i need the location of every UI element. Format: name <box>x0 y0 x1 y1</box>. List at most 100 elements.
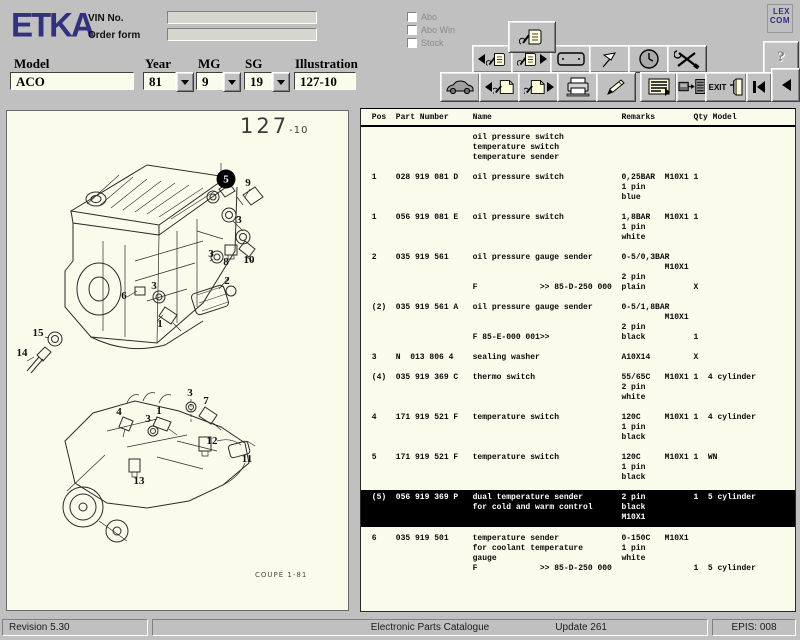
table-row[interactable]: 6 035 919 501 temperature sender 0-150C … <box>367 534 789 574</box>
callout-11[interactable]: 11 <box>242 453 252 465</box>
checkbox-box[interactable] <box>407 12 417 22</box>
table-row[interactable]: 1 056 919 081 E oil pressure switch 1,8B… <box>367 213 789 243</box>
car-button[interactable] <box>440 72 480 102</box>
tools-button[interactable] <box>667 45 707 73</box>
table-row-line: for coolant temperature 1 pin <box>367 544 789 554</box>
mg-combo-value[interactable]: 9 <box>196 72 223 90</box>
table-row-line: M10X1 <box>367 263 789 273</box>
flag-button[interactable] <box>589 45 630 73</box>
table-row-selected[interactable]: (5) 056 919 369 P dual temperature sende… <box>361 490 795 527</box>
callout-15[interactable]: 15 <box>33 327 44 339</box>
table-row-line: temperature switch <box>367 143 789 153</box>
table-row-line: F 85-E-000 001>> black 1 <box>367 333 789 343</box>
table-row-line: black <box>367 433 789 443</box>
year-combo-value[interactable]: 81 <box>143 72 176 90</box>
arrow-left-icon <box>485 82 492 92</box>
callout-3[interactable]: 3 <box>208 248 214 260</box>
callout-5-selected[interactable]: 5 <box>217 170 236 189</box>
table-row[interactable]: oil pressure switch temperature switch t… <box>367 133 789 163</box>
callout-10[interactable]: 10 <box>244 254 255 266</box>
callout-9[interactable]: 9 <box>245 177 251 189</box>
print-button[interactable] <box>557 72 598 102</box>
callout-4[interactable]: 4 <box>116 406 122 418</box>
table-row-line: 1 pin <box>367 423 789 433</box>
callout-12[interactable]: 12 <box>207 435 218 447</box>
illustration-panel[interactable]: 127-10 <box>6 110 349 611</box>
illustration-next-button[interactable] <box>518 72 559 102</box>
checkbox-label: Abo <box>421 12 437 22</box>
checkbox-abo-win[interactable]: Abo Win <box>407 23 455 36</box>
callout-1[interactable]: 1 <box>157 318 163 330</box>
sg-combo-arrow[interactable] <box>272 72 290 92</box>
illustration-prev-button[interactable] <box>479 72 520 102</box>
table-row[interactable]: 4 171 919 521 F temperature switch 120C … <box>367 413 789 443</box>
table-row[interactable]: (4) 035 919 369 C thermo switch 55/65C M… <box>367 373 789 403</box>
parts-list-button[interactable] <box>640 72 677 102</box>
callout-2[interactable]: 2 <box>224 275 230 287</box>
status-revision: Revision 5.30 <box>2 619 148 636</box>
first-record-button[interactable] <box>746 72 772 102</box>
model-input[interactable]: ACO <box>10 72 134 90</box>
callout-3[interactable]: 3 <box>145 413 151 425</box>
chevron-down-icon <box>181 80 189 85</box>
wrench-book-icon <box>517 51 539 68</box>
exit-button[interactable]: EXIT <box>705 72 747 102</box>
table-row-line: gauge white <box>367 554 789 564</box>
table-row-line: 5 171 919 521 F temperature switch 120C … <box>367 453 789 463</box>
table-row[interactable]: 5 171 919 521 F temperature switch 120C … <box>367 453 789 483</box>
illustration-input[interactable]: 127-10 <box>294 72 356 90</box>
table-row-line: 2 pin <box>367 273 789 283</box>
table-row-line: for cold and warm control black <box>367 503 789 513</box>
model-label: Model <box>14 56 49 72</box>
table-row-line: (5) 056 919 369 P dual temperature sende… <box>367 493 789 503</box>
mg-label: MG <box>198 56 220 72</box>
callout-7[interactable]: 7 <box>203 395 209 407</box>
callout-3[interactable]: 3 <box>187 387 193 399</box>
vin-input[interactable] <box>167 11 317 24</box>
mg-combo-arrow[interactable] <box>223 72 241 92</box>
checkbox-box[interactable] <box>407 38 417 48</box>
sg-combo-value[interactable]: 19 <box>244 72 272 90</box>
table-row-line: M10X1 <box>367 313 789 323</box>
status-epis: EPIS: 008 <box>712 619 796 636</box>
checkbox-box[interactable] <box>407 25 417 35</box>
license-plate-button[interactable] <box>550 45 591 73</box>
table-row-line: 1 pin <box>367 463 789 473</box>
parts-list-active-button[interactable] <box>508 21 556 53</box>
table-row-line: F >> 85-D-250 000 plain X <box>367 283 789 293</box>
clock-button[interactable] <box>628 45 669 73</box>
checkbox-stock[interactable]: Stock <box>407 36 455 49</box>
pencil-button[interactable] <box>596 72 636 102</box>
back-button[interactable] <box>771 68 800 102</box>
data-transfer-button[interactable] <box>676 72 707 102</box>
wrench-page-icon <box>524 78 546 96</box>
table-row[interactable]: (2) 035 919 561 A oil pressure gauge sen… <box>367 303 789 343</box>
table-row-line: 1 pin <box>367 183 789 193</box>
parts-list-prev-button[interactable] <box>472 45 513 73</box>
table-row-line: 1 028 919 081 D oil pressure switch 0,25… <box>367 173 789 183</box>
callout-3[interactable]: 3 <box>151 280 157 292</box>
table-body: oil pressure switch temperature switch t… <box>361 127 795 574</box>
table-row-line: F >> 85-D-250 000 1 5 cylinder <box>367 564 789 574</box>
checkbox-label: Stock <box>421 38 444 48</box>
year-combo-arrow[interactable] <box>176 72 194 92</box>
callout-1[interactable]: 1 <box>156 405 162 417</box>
table-row[interactable]: 3 N 013 806 4 sealing washer A10X14 X <box>367 353 789 363</box>
callout-6[interactable]: 6 <box>121 290 127 302</box>
callout-13[interactable]: 13 <box>134 475 145 487</box>
chevron-down-icon <box>277 80 285 85</box>
exit-label: EXIT <box>709 83 727 92</box>
wrench-page-icon <box>493 78 515 96</box>
engine-drawing <box>7 111 348 610</box>
table-row[interactable]: 1 028 919 081 D oil pressure switch 0,25… <box>367 173 789 203</box>
table-row-line: 6 035 919 501 temperature sender 0-150C … <box>367 534 789 544</box>
lexcom-line2: COM <box>768 16 790 25</box>
illustration-label: Illustration <box>295 56 358 72</box>
table-row[interactable]: 2 035 919 561 oil pressure gauge sender … <box>367 253 789 293</box>
order-form-input[interactable] <box>167 28 317 41</box>
callout-3[interactable]: 3 <box>236 214 242 226</box>
checkbox-abo[interactable]: Abo <box>407 10 455 23</box>
lexcom-logo: LEX COM <box>767 4 793 33</box>
callout-14[interactable]: 14 <box>17 347 28 359</box>
callout-8[interactable]: 8 <box>223 256 229 268</box>
